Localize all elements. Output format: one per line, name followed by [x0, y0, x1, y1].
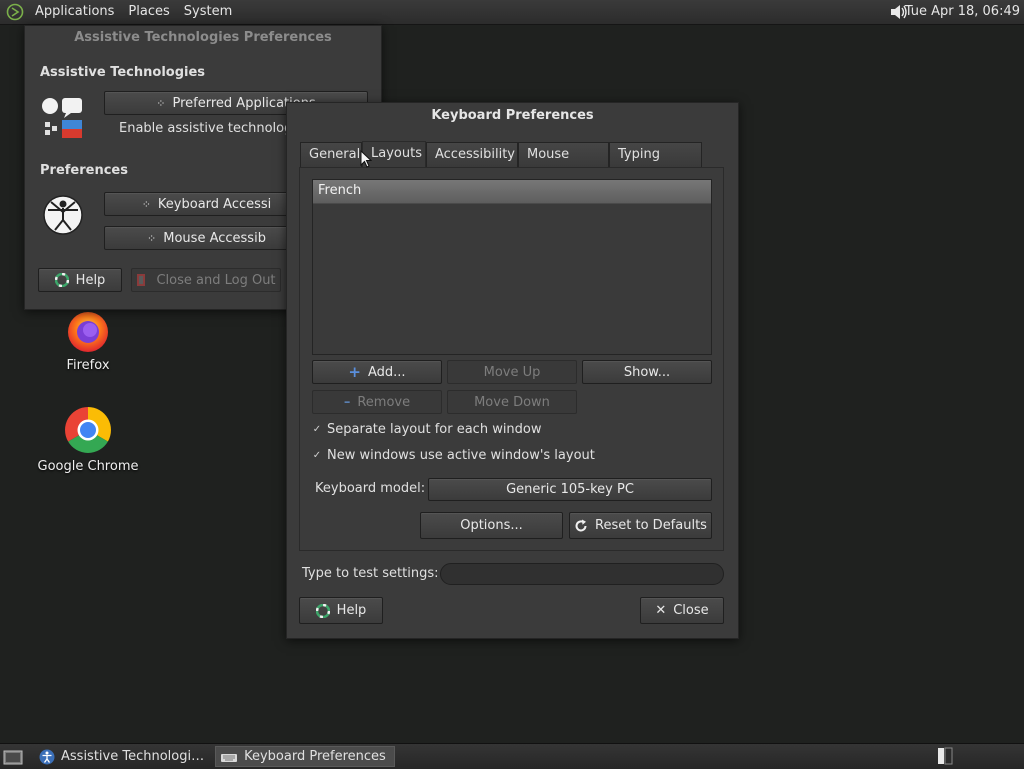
desktop-icon-label: Google Chrome	[37, 459, 139, 474]
accessibility-icon	[39, 749, 55, 764]
layouts-list[interactable]: French	[312, 179, 712, 355]
tab-mouse-keys[interactable]: Mouse Keys	[518, 142, 609, 186]
enable-at-checkbox[interactable]: Enable assistive technologies	[104, 121, 311, 136]
section-heading: Preferences	[40, 163, 128, 178]
firefox-icon	[68, 312, 108, 352]
checkbox-box	[104, 124, 114, 134]
help-lifebuoy-icon	[54, 273, 69, 287]
mouse-accessibility-button[interactable]: ⁘ Mouse Accessib	[104, 226, 309, 250]
checkmark-icon: ✓	[312, 449, 322, 461]
keyboard-icon	[221, 753, 238, 762]
separate-layout-checkbox[interactable]: ✓ Separate layout for each window	[312, 422, 542, 437]
window-title: Assistive Technologies Preferences	[74, 30, 332, 45]
tab-typing-break[interactable]: Typing Break	[609, 142, 702, 186]
taskbar-item-keyboard-preferences[interactable]: Keyboard Preferences	[215, 746, 395, 767]
chrome-icon	[65, 407, 111, 453]
places-menu[interactable]: Places	[121, 0, 176, 24]
plus-icon: +	[348, 363, 361, 381]
sparkle-icon: ⁘	[147, 231, 157, 245]
test-settings-input[interactable]	[440, 563, 724, 585]
mouse-pointer-icon	[360, 150, 372, 168]
desktop-icon-firefox[interactable]: Firefox	[33, 306, 143, 373]
desktop-icon-label: Firefox	[66, 358, 110, 373]
move-up-button[interactable]: Move Up	[447, 360, 577, 384]
show-layout-button[interactable]: Show...	[582, 360, 712, 384]
close-icon: ✕	[655, 603, 667, 618]
sparkle-icon: ⁘	[141, 197, 151, 211]
logout-icon	[137, 274, 146, 286]
workspace-switcher-icon[interactable]	[937, 747, 953, 765]
bottom-panel: Assistive Technologi… Keyboard Preferenc…	[0, 743, 1024, 769]
section-heading: Assistive Technologies	[40, 65, 206, 80]
minus-icon: –	[343, 394, 351, 410]
top-panel: Applications Places System Tue Apr 18, 0…	[0, 0, 1024, 25]
desktop-icon-chrome[interactable]: Google Chrome	[33, 405, 143, 474]
tab-general[interactable]: General	[300, 142, 362, 167]
options-button[interactable]: Options...	[420, 512, 563, 539]
remove-layout-button[interactable]: – Remove	[312, 390, 442, 414]
distro-logo-icon[interactable]	[6, 3, 24, 21]
help-button[interactable]: Help	[38, 268, 122, 292]
move-down-button[interactable]: Move Down	[447, 390, 577, 414]
taskbar-item-assistive-technologies[interactable]: Assistive Technologi…	[35, 746, 212, 767]
checkmark-icon: ✓	[312, 423, 322, 435]
keyboard-accessibility-button[interactable]: ⁘ Keyboard Accessi	[104, 192, 309, 216]
sparkle-icon: ⁘	[156, 96, 166, 110]
new-windows-layout-checkbox[interactable]: ✓ New windows use active window's layout	[312, 448, 595, 463]
accessibility-man-icon	[43, 195, 83, 235]
clock[interactable]: Tue Apr 18, 06:49	[905, 0, 1020, 24]
tab-accessibility[interactable]: Accessibility	[426, 142, 518, 167]
window-title: Keyboard Preferences	[431, 108, 594, 123]
add-layout-button[interactable]: + Add...	[312, 360, 442, 384]
test-settings-label: Type to test settings:	[302, 566, 439, 581]
list-item[interactable]: French	[313, 180, 711, 204]
system-menu[interactable]: System	[177, 0, 239, 24]
show-desktop-icon[interactable]	[3, 748, 23, 766]
assistive-technologies-icon	[42, 98, 82, 138]
reset-icon	[575, 519, 587, 531]
close-button[interactable]: ✕ Close	[640, 597, 724, 624]
help-button[interactable]: Help	[299, 597, 383, 624]
applications-menu[interactable]: Applications	[28, 0, 121, 24]
close-and-logout-button[interactable]: Close and Log Out	[131, 268, 281, 292]
keyboard-model-label: Keyboard model:	[315, 481, 426, 496]
help-lifebuoy-icon	[315, 603, 330, 618]
keyboard-model-button[interactable]: Generic 105-key PC	[428, 478, 712, 501]
reset-to-defaults-button[interactable]: Reset to Defaults	[569, 512, 712, 539]
